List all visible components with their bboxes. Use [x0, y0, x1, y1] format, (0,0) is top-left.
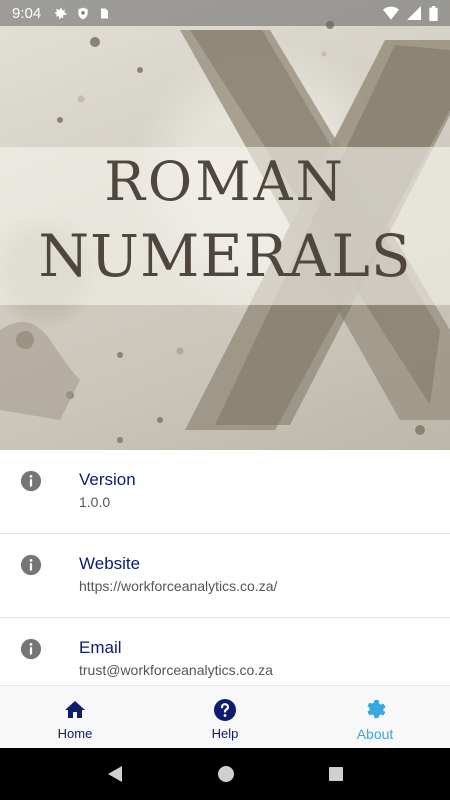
info-icon [20, 470, 42, 492]
info-item-version: Version 1.0.0 [0, 450, 450, 534]
website-label: Website [79, 554, 141, 573]
nav-help-label: Help [211, 726, 239, 741]
version-value: 1.0.0 [79, 494, 111, 510]
bottom-navigation: Home Help About [0, 685, 450, 748]
back-icon[interactable] [106, 765, 124, 783]
system-navigation-bar [0, 748, 450, 800]
status-time: 9:04 [12, 4, 42, 22]
app-title-line2: NUMERALS [38, 222, 412, 290]
nav-about-label: About [356, 726, 394, 742]
info-icon [20, 554, 42, 576]
home-icon [65, 701, 85, 718]
wifi-icon [383, 6, 399, 20]
battery-icon [429, 5, 438, 21]
settings-icon [367, 700, 386, 718]
status-bar: 9:04 [0, 0, 450, 26]
info-item-website[interactable]: Website https://workforceanalytics.co.za… [0, 534, 450, 618]
nav-home-label: Home [57, 726, 93, 741]
signal-icon [407, 6, 421, 20]
recents-icon[interactable] [328, 766, 344, 782]
nav-about[interactable]: About [300, 686, 450, 748]
app-title-line1: ROMAN [104, 150, 346, 213]
nav-help[interactable]: Help [150, 686, 300, 748]
info-icon [20, 638, 42, 660]
nav-home[interactable]: Home [0, 686, 150, 748]
website-link[interactable]: https://workforceanalytics.co.za/ [79, 578, 277, 594]
gear-icon [55, 7, 67, 19]
version-label: Version [79, 470, 136, 489]
email-link[interactable]: trust@workforceanalytics.co.za [79, 662, 273, 678]
shield-icon [78, 7, 88, 19]
email-label: Email [79, 638, 122, 657]
home-circle-icon[interactable] [217, 765, 235, 783]
hero-image: ROMAN NUMERALS [0, 0, 450, 450]
about-info-list: Version 1.0.0 Website https://workforcea… [0, 450, 450, 702]
sd-card-icon [101, 8, 109, 18]
help-icon [214, 699, 236, 721]
